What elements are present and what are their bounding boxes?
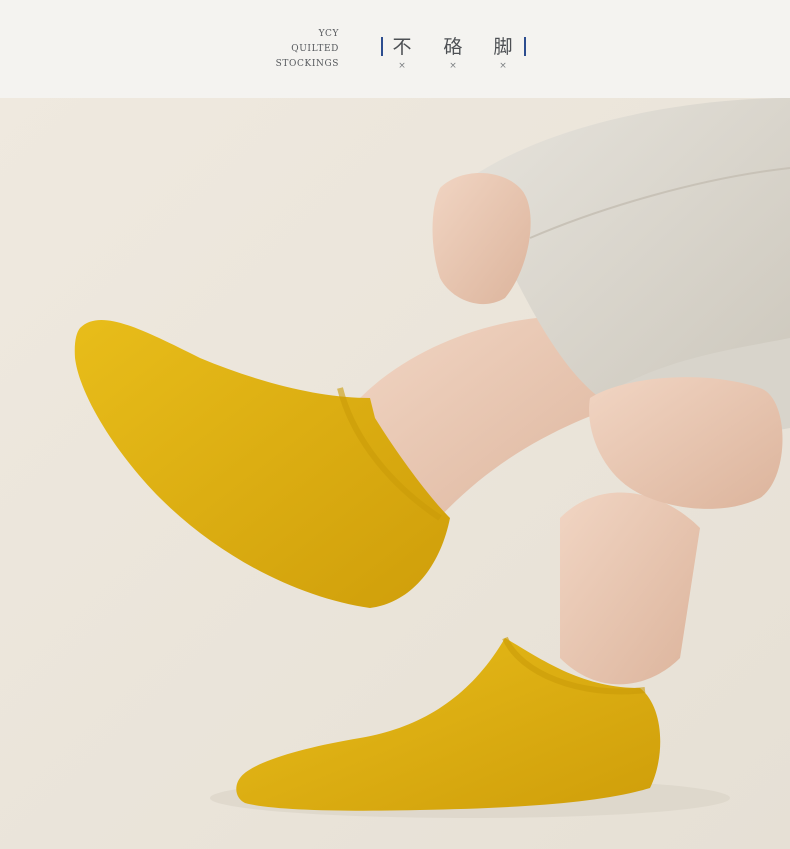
slogan-char-1-text: 不	[392, 36, 412, 58]
product-page: YCY QUILTED STOCKINGS 不 × 硌 × 脚 ×	[0, 0, 790, 849]
product-photo	[0, 98, 790, 849]
brand-line-3: STOCKINGS	[275, 59, 339, 69]
slogan-char-2: 硌 ×	[440, 32, 466, 71]
slogan-char-3-text: 脚	[493, 36, 513, 58]
slogan-char-2-text: 硌	[443, 36, 463, 58]
cross-mark-icon: ×	[499, 61, 507, 71]
product-illustration	[0, 98, 790, 849]
cross-mark-icon: ×	[398, 61, 406, 71]
brand-logo-text: YCY QUILTED STOCKINGS	[276, 27, 339, 72]
right-accent-bar	[524, 37, 526, 56]
brand-line-2: QUILTED	[291, 44, 339, 54]
lower-shin	[560, 492, 700, 685]
brand-line-1: YCY	[318, 29, 339, 39]
cross-mark-icon: ×	[449, 61, 457, 71]
left-accent-bar	[381, 37, 383, 56]
slogan-char-3: 脚 ×	[490, 32, 516, 71]
slogan-char-1: 不 ×	[389, 32, 415, 71]
header-banner: YCY QUILTED STOCKINGS 不 × 硌 × 脚 ×	[0, 0, 790, 98]
